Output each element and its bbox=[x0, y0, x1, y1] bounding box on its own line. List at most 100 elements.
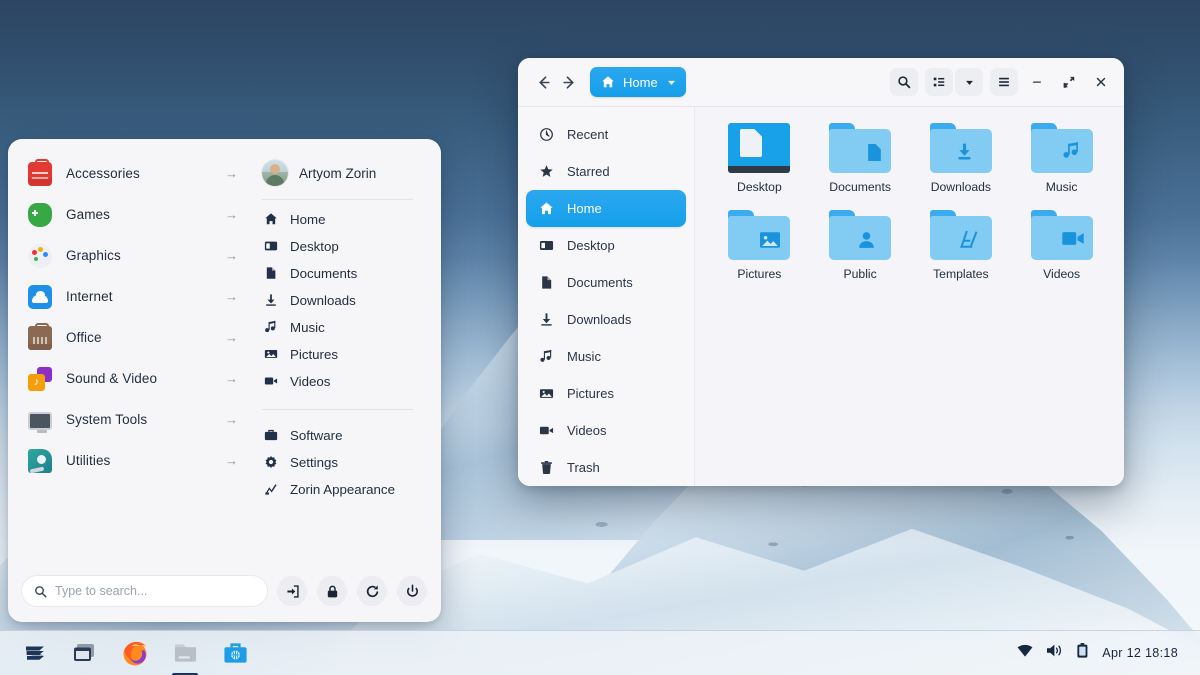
chevron-right-icon: → bbox=[225, 371, 238, 386]
templates-emblem bbox=[959, 229, 979, 254]
place-item-documents[interactable]: Documents bbox=[260, 260, 425, 287]
file-grid-area[interactable]: Desktop Documents bbox=[695, 107, 1124, 486]
sidebar-item-downloads[interactable]: Downloads bbox=[526, 301, 686, 338]
folder-icon bbox=[930, 210, 992, 260]
place-item-pictures[interactable]: Pictures bbox=[260, 341, 425, 368]
place-item-settings[interactable]: Settings bbox=[260, 449, 425, 476]
picture-icon bbox=[262, 347, 280, 363]
power-button[interactable] bbox=[397, 576, 427, 606]
folder-icon bbox=[930, 123, 992, 173]
place-label: Home bbox=[290, 212, 325, 227]
chevron-down-icon[interactable] bbox=[666, 77, 677, 88]
monitor-icon bbox=[28, 412, 52, 430]
file-item-templates[interactable]: Templates bbox=[911, 210, 1012, 281]
menu-category-sound-video[interactable]: Sound & Video → bbox=[18, 358, 246, 399]
minimize-icon bbox=[1030, 75, 1044, 89]
sidebar-label: Downloads bbox=[567, 312, 631, 327]
briefcase-icon bbox=[28, 326, 52, 350]
place-item-videos[interactable]: Videos bbox=[260, 368, 425, 395]
file-item-pictures[interactable]: Pictures bbox=[709, 210, 810, 281]
zorin-menu-button[interactable] bbox=[10, 631, 60, 675]
view-mode-split-button[interactable] bbox=[925, 68, 983, 96]
file-item-videos[interactable]: Videos bbox=[1011, 210, 1112, 281]
sidebar-item-desktop[interactable]: Desktop bbox=[526, 227, 686, 264]
search-icon bbox=[34, 585, 47, 598]
place-item-home[interactable]: Home bbox=[260, 206, 425, 233]
sidebar-item-starred[interactable]: Starred bbox=[526, 153, 686, 190]
file-label: Downloads bbox=[931, 180, 991, 194]
menu-category-internet[interactable]: Internet → bbox=[18, 276, 246, 317]
user-account-item[interactable]: Artyom Zorin bbox=[262, 153, 425, 193]
close-button[interactable] bbox=[1088, 69, 1114, 95]
document-icon bbox=[262, 266, 280, 282]
folder-icon bbox=[829, 210, 891, 260]
chevron-right-icon: → bbox=[225, 166, 238, 181]
menu-category-office[interactable]: Office → bbox=[18, 317, 246, 358]
sidebar-item-recent[interactable]: Recent bbox=[526, 116, 686, 153]
avatar bbox=[262, 160, 288, 186]
log-out-button[interactable] bbox=[277, 576, 307, 606]
place-item-desktop[interactable]: Desktop bbox=[260, 233, 425, 260]
workspace-switcher-button[interactable] bbox=[60, 631, 110, 675]
folder-icon bbox=[728, 210, 790, 260]
monitor-base bbox=[728, 166, 790, 173]
menu-category-games[interactable]: Games → bbox=[18, 194, 246, 235]
download-icon bbox=[536, 312, 556, 327]
video-camera-icon bbox=[536, 423, 556, 438]
software-button[interactable] bbox=[210, 631, 260, 675]
sidebar-item-music[interactable]: Music bbox=[526, 338, 686, 375]
category-label: Office bbox=[66, 330, 225, 345]
sidebar-item-pictures[interactable]: Pictures bbox=[526, 375, 686, 412]
chevron-right-icon: → bbox=[225, 207, 238, 222]
file-item-downloads[interactable]: Downloads bbox=[911, 123, 1012, 194]
music-video-icon bbox=[28, 367, 52, 391]
back-button[interactable] bbox=[530, 69, 556, 95]
place-item-software[interactable]: Software bbox=[260, 422, 425, 449]
search-button[interactable] bbox=[890, 68, 918, 96]
maximize-button[interactable] bbox=[1056, 69, 1082, 95]
menu-category-system-tools[interactable]: System Tools → bbox=[18, 399, 246, 440]
star-icon bbox=[536, 164, 556, 179]
menu-category-accessories[interactable]: Accessories → bbox=[18, 153, 246, 194]
search-input[interactable]: Type to search... bbox=[22, 576, 267, 606]
volume-icon[interactable] bbox=[1046, 643, 1063, 663]
view-list-button[interactable] bbox=[925, 68, 953, 96]
taskbar[interactable]: Apr 12 18:18 bbox=[0, 630, 1200, 675]
file-item-desktop[interactable]: Desktop bbox=[709, 123, 810, 194]
download-emblem bbox=[955, 142, 974, 166]
system-tray[interactable]: Apr 12 18:18 bbox=[1017, 643, 1190, 664]
application-menu[interactable]: Accessories → Games → Graphics → Interne… bbox=[8, 139, 441, 622]
firefox-button[interactable] bbox=[110, 631, 160, 675]
file-manager-window[interactable]: Home bbox=[518, 58, 1124, 486]
files-button[interactable] bbox=[160, 631, 210, 675]
page-glyph bbox=[740, 129, 762, 157]
sidebar-label: Trash bbox=[567, 460, 600, 475]
person-emblem bbox=[857, 230, 876, 254]
menu-category-utilities[interactable]: Utilities → bbox=[18, 440, 246, 481]
minimize-button[interactable] bbox=[1024, 69, 1050, 95]
place-item-downloads[interactable]: Downloads bbox=[260, 287, 425, 314]
file-item-documents[interactable]: Documents bbox=[810, 123, 911, 194]
network-icon[interactable] bbox=[1017, 644, 1033, 663]
battery-icon[interactable] bbox=[1076, 643, 1089, 664]
file-item-music[interactable]: Music bbox=[1011, 123, 1112, 194]
place-item-music[interactable]: Music bbox=[260, 314, 425, 341]
sidebar-item-trash[interactable]: Trash bbox=[526, 449, 686, 486]
sidebar-item-home[interactable]: Home bbox=[526, 190, 686, 227]
main-menu-button[interactable] bbox=[990, 68, 1018, 96]
forward-button[interactable] bbox=[556, 69, 582, 95]
file-item-public[interactable]: Public bbox=[810, 210, 911, 281]
lock-button[interactable] bbox=[317, 576, 347, 606]
menu-category-graphics[interactable]: Graphics → bbox=[18, 235, 246, 276]
view-options-button[interactable] bbox=[955, 68, 983, 96]
window-header: Home bbox=[518, 58, 1124, 107]
sidebar-item-documents[interactable]: Documents bbox=[526, 264, 686, 301]
breadcrumb[interactable]: Home bbox=[590, 67, 686, 97]
chevron-right-icon: → bbox=[225, 453, 238, 468]
place-item-zorin-appearance[interactable]: Zorin Appearance bbox=[260, 476, 425, 503]
clock[interactable]: Apr 12 18:18 bbox=[1102, 646, 1178, 660]
restart-button[interactable] bbox=[357, 576, 387, 606]
music-note-icon bbox=[262, 320, 280, 336]
sidebar-item-videos[interactable]: Videos bbox=[526, 412, 686, 449]
clock-icon bbox=[536, 127, 556, 142]
